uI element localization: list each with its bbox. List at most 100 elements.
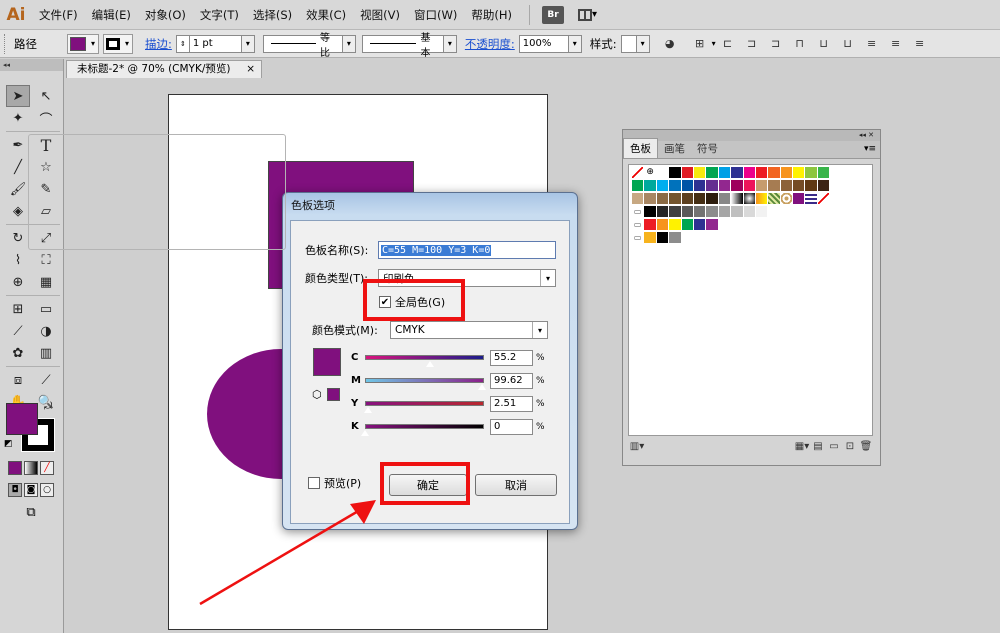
color-mode-icon[interactable] — [8, 461, 22, 475]
collapse-panel-icon[interactable]: ◂◂ — [0, 59, 63, 71]
swatch[interactable] — [693, 219, 707, 231]
swatch[interactable] — [706, 193, 719, 205]
rotate-tool-icon[interactable]: ↻ — [6, 227, 30, 249]
align-to-icon[interactable]: ⊞ — [692, 36, 708, 52]
screen-mode-icon[interactable]: ⧉ — [22, 505, 40, 520]
shape-builder-tool-icon[interactable]: ⊕ — [6, 271, 30, 293]
menu-view[interactable]: 视图(V) — [353, 0, 407, 30]
chevron-down-icon[interactable]: ▾ — [636, 34, 650, 53]
cancel-button[interactable]: 取消 — [475, 474, 557, 496]
variable-width-profile[interactable]: 等比 — [262, 33, 343, 59]
channel-slider[interactable] — [365, 401, 484, 406]
swatch[interactable] — [644, 232, 657, 244]
brush-definition[interactable]: 基本 — [361, 33, 444, 59]
show-swatch-kinds-icon[interactable]: ▦▾ — [794, 441, 810, 452]
swatch-pattern[interactable] — [805, 193, 818, 205]
swatch-pattern[interactable] — [768, 193, 781, 205]
align-vcenter-icon[interactable]: ⊔ — [816, 36, 832, 52]
swatch[interactable] — [669, 206, 682, 218]
swatch[interactable] — [681, 167, 694, 179]
swatch[interactable] — [656, 193, 670, 205]
swatch[interactable] — [681, 206, 694, 218]
menu-object[interactable]: 对象(O) — [138, 0, 193, 30]
channel-value-input[interactable]: 55.2 — [490, 350, 533, 366]
swatch[interactable] — [768, 180, 781, 192]
channel-value-input[interactable]: 99.62 — [490, 373, 533, 389]
channel-slider[interactable] — [365, 424, 484, 429]
blend-tool-icon[interactable]: ◑ — [34, 320, 58, 342]
slider-thumb[interactable] — [476, 383, 487, 391]
default-fill-stroke-icon[interactable]: ◩ — [4, 439, 13, 449]
stroke-weight-stepper[interactable]: ⇕ — [175, 34, 190, 53]
swatch[interactable] — [693, 167, 707, 179]
distribute-vcenter-icon[interactable]: ≡ — [888, 36, 904, 52]
swatch[interactable] — [780, 167, 794, 179]
swatch[interactable] — [755, 180, 769, 192]
swatch[interactable] — [706, 167, 719, 179]
fill-color-dropdown[interactable]: ▾ — [67, 33, 99, 54]
swatch[interactable] — [644, 193, 657, 205]
channel-slider[interactable] — [365, 355, 484, 360]
swatch[interactable] — [693, 206, 707, 218]
magic-wand-tool-icon[interactable]: ✦ — [6, 107, 30, 129]
tab-brushes[interactable]: 画笔 — [658, 139, 691, 158]
symbol-sprayer-tool-icon[interactable]: ✿ — [6, 342, 30, 364]
swatch[interactable] — [669, 232, 682, 244]
menu-type[interactable]: 文字(T) — [193, 0, 246, 30]
swatch[interactable] — [669, 193, 682, 205]
draw-behind-icon[interactable]: ◙ — [24, 483, 38, 497]
swatch[interactable] — [669, 180, 682, 192]
swatch-name-input[interactable]: C=55 M=100 Y=3 K=0 — [378, 241, 556, 259]
align-hcenter-icon[interactable]: ⊐ — [744, 36, 760, 52]
swatch-pattern[interactable] — [780, 193, 794, 205]
chevron-down-icon[interactable]: ▾ — [568, 34, 582, 53]
swatch[interactable] — [656, 219, 670, 231]
tab-swatches[interactable]: 色板 — [623, 138, 658, 158]
menu-file[interactable]: 文件(F) — [32, 0, 85, 30]
swatch[interactable] — [656, 232, 670, 244]
menu-window[interactable]: 窗口(W) — [407, 0, 464, 30]
pen-tool-icon[interactable]: ✒ — [6, 134, 30, 156]
recolor-artwork-icon[interactable]: ◕ — [662, 36, 678, 52]
swatch-libraries-icon[interactable]: ▥▾ — [629, 441, 645, 452]
swatch[interactable] — [768, 206, 781, 218]
swatch[interactable] — [743, 167, 756, 179]
swatch[interactable] — [793, 180, 806, 192]
close-icon[interactable]: × — [246, 61, 255, 78]
swatch[interactable] — [644, 180, 657, 192]
swatch[interactable] — [793, 167, 806, 179]
selection-tool-icon[interactable]: ➤ — [6, 85, 30, 107]
line-tool-icon[interactable]: ╱ — [6, 156, 30, 178]
panel-menu-icon[interactable]: ▾≡ — [864, 144, 876, 154]
swatch[interactable] — [817, 180, 831, 192]
swatch[interactable] — [681, 219, 694, 231]
swatch[interactable] — [693, 193, 707, 205]
gradient-tool-icon[interactable]: ▭ — [34, 298, 58, 320]
swatch-none[interactable] — [632, 167, 645, 179]
delete-swatch-icon[interactable]: 🗑 — [858, 441, 874, 452]
align-bottom-icon[interactable]: ⊔ — [840, 36, 856, 52]
swatch[interactable] — [669, 219, 682, 231]
slider-thumb[interactable] — [362, 406, 373, 414]
chevron-down-icon[interactable]: ▾ — [342, 34, 356, 53]
swatch[interactable] — [632, 180, 645, 192]
swatch[interactable] — [780, 180, 794, 192]
menu-select[interactable]: 选择(S) — [246, 0, 299, 30]
swatch-none[interactable] — [817, 193, 831, 205]
channel-value-input[interactable]: 0 — [490, 419, 533, 435]
warp-tool-icon[interactable]: ⌇ — [6, 249, 30, 271]
swatch[interactable] — [718, 167, 732, 179]
menu-edit[interactable]: 编辑(E) — [85, 0, 138, 30]
blob-brush-tool-icon[interactable]: ◈ — [6, 200, 30, 222]
swatch[interactable] — [718, 180, 732, 192]
column-graph-tool-icon[interactable]: ▥ — [34, 342, 58, 364]
eyedropper-tool-icon[interactable]: ⟋ — [6, 320, 30, 342]
in-gamut-swatch[interactable] — [327, 388, 340, 401]
swatch[interactable] — [718, 206, 732, 218]
channel-slider[interactable] — [365, 378, 484, 383]
swatch[interactable] — [656, 180, 670, 192]
draw-normal-icon[interactable]: ◘ — [8, 483, 22, 497]
gradient-mode-icon[interactable] — [24, 461, 38, 475]
artboard-tool-icon[interactable]: ⧈ — [6, 369, 30, 391]
swap-fill-stroke-icon[interactable]: ⤾ — [44, 401, 52, 412]
